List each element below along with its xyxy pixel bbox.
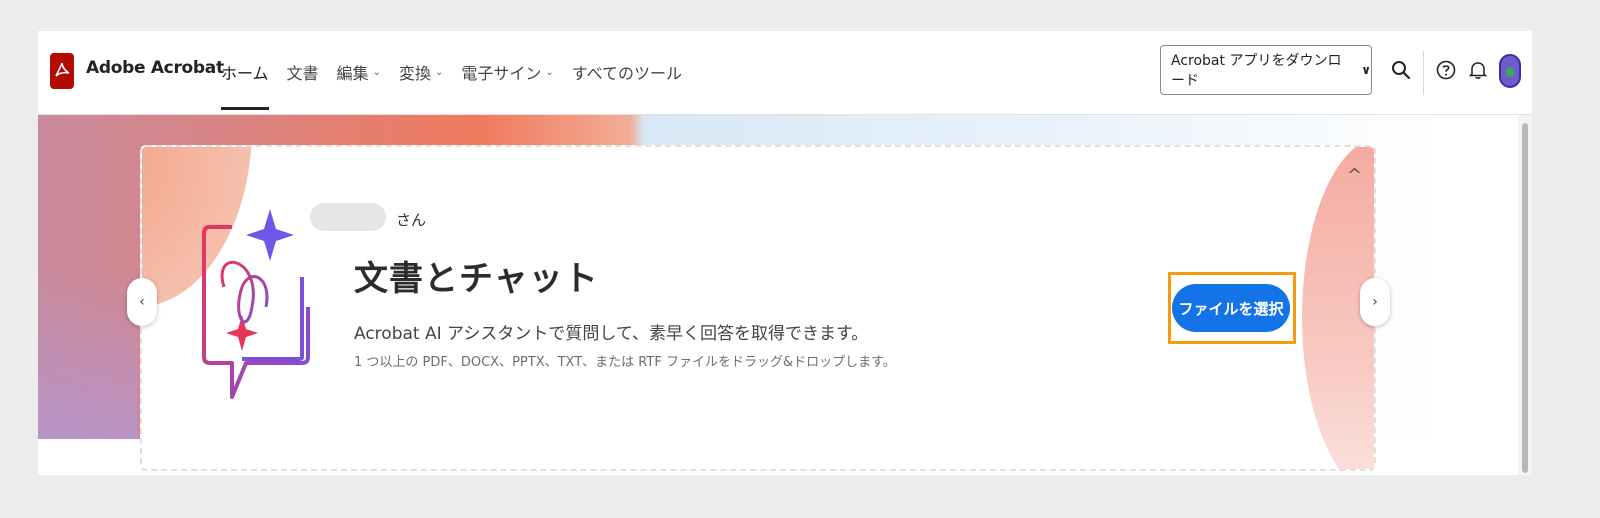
header-divider xyxy=(1423,51,1424,95)
avatar[interactable] xyxy=(1499,54,1521,88)
nav-home[interactable]: ホーム xyxy=(221,60,269,110)
nav-home-label: ホーム xyxy=(221,64,269,83)
acrobat-logo-icon[interactable] xyxy=(50,53,74,89)
chevron-down-icon: ⌄ xyxy=(372,66,381,78)
chevron-down-icon: ⌄ xyxy=(434,66,444,78)
card-description: Acrobat AI アシスタントで質問して、素早く回答を取得できます。 xyxy=(354,324,869,344)
search-icon[interactable] xyxy=(1390,59,1412,81)
download-app-button[interactable]: Acrobat アプリをダウンロード ∨ xyxy=(1160,45,1372,95)
scrollbar-thumb[interactable] xyxy=(1522,123,1528,473)
chevron-right-icon: › xyxy=(1372,294,1378,310)
nav-convert-label: 変換 xyxy=(398,64,431,83)
carousel-prev-button[interactable]: ‹ xyxy=(127,278,157,326)
acrobat-window: Adobe Acrobat ホーム 文書 編集 ⌄ 変換 ⌄ 電子サイン ⌄ す… xyxy=(38,31,1532,475)
nav-all-tools[interactable]: すべてのツール xyxy=(572,60,682,84)
download-app-label: Acrobat アプリをダウンロード xyxy=(1171,53,1342,89)
chevron-down-icon: ∨ xyxy=(1361,63,1371,77)
nav-esign[interactable]: 電子サイン ⌄ xyxy=(461,60,553,84)
nav-documents[interactable]: 文書 xyxy=(287,60,319,84)
nav-documents-label: 文書 xyxy=(286,64,319,83)
nav-edit[interactable]: 編集 ⌄ xyxy=(337,60,381,84)
chevron-down-icon: ⌄ xyxy=(545,66,554,78)
nav-esign-label: 電子サイン xyxy=(461,64,542,83)
carousel-next-button[interactable]: › xyxy=(1360,278,1390,326)
card-title: 文書とチャット xyxy=(354,259,599,299)
top-nav-bar: Adobe Acrobat ホーム 文書 編集 ⌄ 変換 ⌄ 電子サイン ⌄ す… xyxy=(38,31,1532,115)
card-subtext: 1 つ以上の PDF、DOCX、PPTX、TXT、または RTF ファイルをドラ… xyxy=(354,355,896,370)
nav-convert[interactable]: 変換 ⌄ xyxy=(399,60,443,84)
select-file-button[interactable]: ファイルを選択 xyxy=(1172,284,1290,332)
chevron-left-icon: ‹ xyxy=(139,294,145,310)
nav-all-tools-label: すべてのツール xyxy=(571,64,683,83)
hero-left-fade xyxy=(38,271,138,439)
ai-chat-illustration-icon xyxy=(202,209,310,399)
user-suffix: さん xyxy=(396,211,427,229)
main-nav: ホーム 文書 編集 ⌄ 変換 ⌄ 電子サイン ⌄ すべてのツール xyxy=(221,60,682,110)
help-icon[interactable] xyxy=(1435,59,1457,81)
user-name-placeholder xyxy=(310,203,386,231)
collapse-icon[interactable]: ^ xyxy=(1347,165,1362,186)
nav-edit-label: 編集 xyxy=(336,64,369,83)
bell-icon[interactable] xyxy=(1467,59,1489,81)
app-title[interactable]: Adobe Acrobat xyxy=(86,58,224,78)
